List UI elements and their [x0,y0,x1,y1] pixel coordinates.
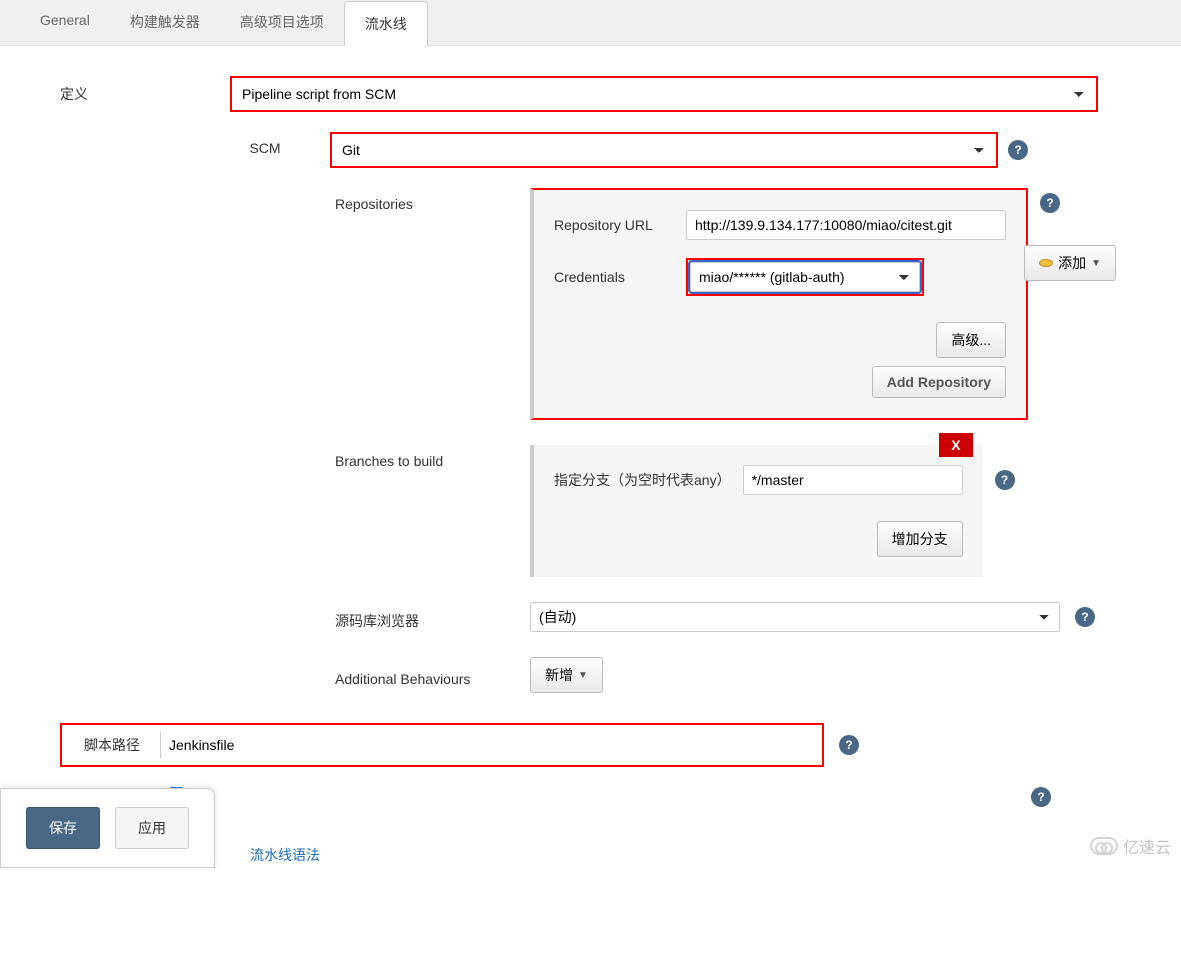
definition-select[interactable]: Pipeline script from SCM [234,80,1094,108]
credentials-select[interactable]: miao/****** (gitlab-auth) [690,262,920,292]
key-icon [1039,259,1053,267]
repo-browser-label: 源码库浏览器 [335,603,515,631]
additional-label: Additional Behaviours [335,663,515,687]
branches-panel: X 指定分支（为空时代表any） 增加分支 [530,445,983,577]
delete-branch-button[interactable]: X [939,433,972,457]
tab-pipeline[interactable]: 流水线 [344,1,428,46]
advanced-button[interactable]: 高级... [936,322,1006,358]
chevron-down-icon: ▼ [578,670,588,681]
add-branch-button[interactable]: 增加分支 [877,521,963,557]
add-repository-button[interactable]: Add Repository [872,366,1006,398]
branch-spec-label: 指定分支（为空时代表any） [554,470,731,490]
repo-browser-select[interactable]: (自动) [530,602,1060,632]
add-credentials-button[interactable]: 添加 ▼ [1024,245,1116,281]
chevron-down-icon: ▼ [1091,258,1101,269]
definition-label: 定义 [30,76,230,104]
config-tabs: General 构建触发器 高级项目选项 流水线 [0,0,1181,46]
tab-triggers[interactable]: 构建触发器 [110,0,220,45]
repo-url-input[interactable] [686,210,1006,240]
help-icon[interactable]: ? [1040,193,1060,213]
repositories-label: Repositories [335,188,515,420]
new-behaviour-label: 新增 [545,665,573,685]
branches-label: Branches to build [335,445,515,577]
scm-label: SCM [200,132,330,156]
apply-button[interactable]: 应用 [115,807,189,849]
script-path-label: 脚本路径 [64,727,160,763]
help-icon[interactable]: ? [995,470,1015,490]
footer-actions: 保存 应用 [0,788,215,868]
repositories-panel: Repository URL Credentials miao/****** (… [530,188,1028,420]
help-icon[interactable]: ? [839,735,859,755]
watermark-icon [1090,837,1118,855]
branch-input[interactable] [743,465,963,495]
new-behaviour-button[interactable]: 新增 ▼ [530,657,603,693]
watermark-text: 亿速云 [1123,834,1171,858]
credentials-label: Credentials [554,269,674,285]
pipeline-syntax-link[interactable]: 流水线语法 [250,847,320,863]
save-button[interactable]: 保存 [26,807,100,849]
tab-general[interactable]: General [20,0,110,45]
help-icon[interactable]: ? [1075,607,1095,627]
help-icon[interactable]: ? [1031,787,1051,807]
help-icon[interactable]: ? [1008,140,1028,160]
watermark: 亿速云 [1090,834,1171,858]
scm-select[interactable]: Git [334,136,994,164]
repo-url-label: Repository URL [554,217,674,233]
tab-advanced[interactable]: 高级项目选项 [220,0,344,45]
add-credentials-label: 添加 [1058,253,1086,273]
script-path-input[interactable] [160,731,820,759]
